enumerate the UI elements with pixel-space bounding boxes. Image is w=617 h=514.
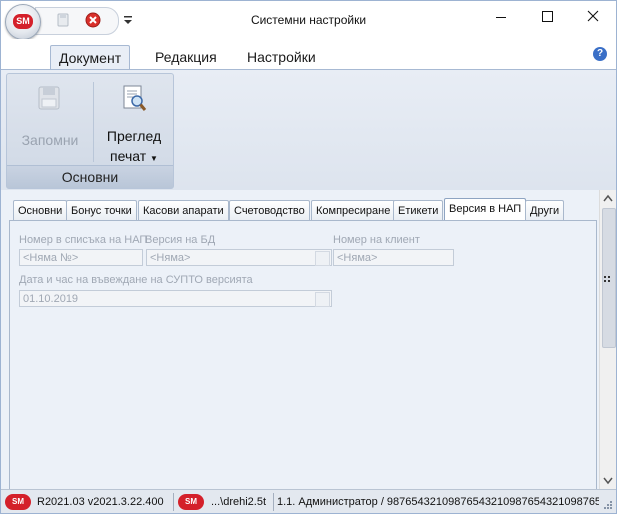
tab-edit[interactable]: Редакция bbox=[147, 45, 225, 69]
status-divider bbox=[173, 493, 174, 511]
status-path: ...\drehi2.5t bbox=[211, 496, 267, 508]
settings-tab-accounting[interactable]: Счетоводство bbox=[229, 200, 310, 221]
app-window: SM Системни настройки Документ Редакция … bbox=[0, 0, 617, 514]
save-button[interactable]: Запомни bbox=[9, 74, 91, 166]
nap-number-label: Номер в списъка на НАП bbox=[19, 234, 148, 246]
settings-tab-compression[interactable]: Компресиране bbox=[311, 200, 396, 221]
print-preview-label: Преглед печат ▼ bbox=[97, 126, 171, 169]
settings-tab-bonus-points[interactable]: Бонус точки bbox=[66, 200, 137, 221]
status-bar: SM R2021.03 v2021.3.22.400 SM ...\drehi2… bbox=[1, 489, 616, 513]
ribbon-group-main: Запомни Преглед печат ▼ Основни bbox=[6, 73, 174, 189]
floppy-disk-icon bbox=[38, 86, 60, 110]
sm-erp-logo-icon: SM bbox=[178, 494, 204, 510]
print-preview-label-line1: Преглед bbox=[106, 128, 162, 144]
sypto-date-label: Дата и час на въвеждане на СУПТО версият… bbox=[19, 274, 253, 286]
nap-version-panel: Номер в списъка на НАП <Няма №> Версия н… bbox=[9, 220, 597, 490]
calendar-dropdown-icon[interactable] bbox=[315, 292, 330, 307]
client-number-label: Номер на клиент bbox=[333, 234, 420, 246]
scroll-down-icon[interactable] bbox=[603, 477, 613, 485]
db-version-value: <Няма> bbox=[150, 252, 191, 264]
client-number-field[interactable]: <Няма> bbox=[333, 249, 454, 266]
tab-settings[interactable]: Настройки bbox=[239, 45, 324, 69]
status-user: 1.1. Администратор / 9876543210987654321… bbox=[277, 496, 599, 508]
title-bar: SM Системни настройки bbox=[1, 1, 616, 40]
tab-document[interactable]: Документ bbox=[50, 45, 131, 70]
ribbon-tabs: Документ Редакция Настройки ? bbox=[1, 39, 616, 70]
print-preview-label-text: печат bbox=[110, 148, 147, 164]
settings-tab-nap-version[interactable]: Версия в НАП bbox=[444, 198, 527, 222]
print-preview-button[interactable]: Преглед печат ▼ bbox=[97, 74, 171, 166]
sypto-date-value: 01.10.2019 bbox=[23, 293, 79, 305]
dropdown-arrow-icon: ▼ bbox=[150, 154, 158, 163]
save-label: Запомни bbox=[21, 132, 79, 148]
db-version-dropdown[interactable]: <Няма> bbox=[146, 249, 332, 266]
minimize-button[interactable] bbox=[478, 1, 524, 33]
ribbon-separator bbox=[93, 82, 94, 162]
print-preview-icon bbox=[123, 85, 147, 111]
settings-tab-labels[interactable]: Етикети bbox=[393, 200, 444, 221]
nap-number-field[interactable]: <Няма №> bbox=[19, 249, 143, 266]
settings-tab-general[interactable]: Основни bbox=[13, 200, 68, 221]
sm-logo-icon: SM bbox=[5, 494, 31, 510]
size-grip-icon[interactable] bbox=[603, 500, 613, 510]
db-version-label: Версия на БД bbox=[145, 234, 216, 246]
settings-tab-cash-registers[interactable]: Касови апарати bbox=[138, 200, 229, 221]
scroll-up-icon[interactable] bbox=[603, 194, 613, 202]
ribbon-group-label: Основни bbox=[7, 165, 173, 188]
dropdown-button-icon[interactable] bbox=[315, 251, 330, 266]
resize-grip-icon[interactable] bbox=[603, 275, 611, 283]
close-button[interactable] bbox=[570, 1, 616, 33]
ribbon-panel: Запомни Преглед печат ▼ Основни bbox=[1, 69, 616, 191]
help-icon[interactable]: ? bbox=[593, 47, 607, 61]
maximize-button[interactable] bbox=[524, 1, 570, 33]
status-divider bbox=[273, 493, 274, 511]
status-version: R2021.03 v2021.3.22.400 bbox=[37, 496, 164, 508]
vertical-scrollbar[interactable] bbox=[599, 190, 616, 489]
settings-tab-other[interactable]: Други bbox=[525, 200, 565, 221]
sypto-date-picker[interactable]: 01.10.2019 bbox=[19, 290, 332, 307]
settings-content: Основни Бонус точки Касови апарати Счето… bbox=[1, 190, 599, 490]
